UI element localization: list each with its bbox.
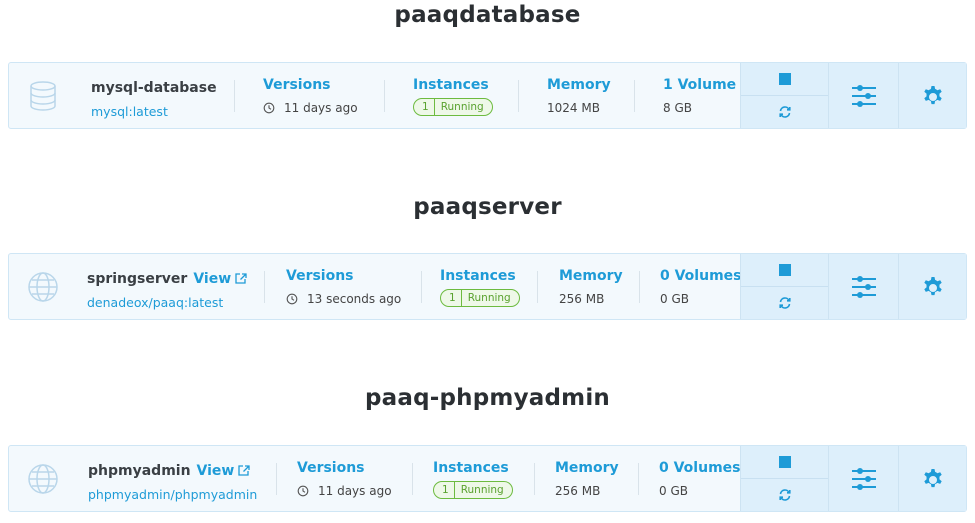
memory-link[interactable]: Memory (547, 77, 611, 93)
memory-value: 1024 MB (547, 101, 600, 115)
gear-icon (923, 276, 942, 295)
divider (639, 271, 640, 303)
divider (634, 80, 635, 112)
stop-icon (778, 456, 791, 468)
volumes-value: 0 GB (660, 292, 689, 306)
divider (518, 80, 519, 112)
globe-icon (28, 272, 58, 302)
external-link-icon (235, 273, 247, 284)
config-button[interactable] (828, 63, 898, 128)
instances-link[interactable]: Instances (433, 460, 513, 476)
instance-count: 1 (441, 290, 462, 306)
versions-time: 11 days ago (318, 484, 392, 498)
app-card-mysql-database: mysql-database mysql:latest Versions 11 … (8, 62, 967, 129)
view-link[interactable]: View (197, 463, 251, 479)
group-title: paaqdatabase (394, 2, 581, 28)
config-button[interactable] (828, 446, 898, 511)
instance-status: Running (467, 292, 511, 304)
volumes-value: 0 GB (659, 484, 688, 498)
divider (384, 80, 385, 112)
versions-time: 11 days ago (284, 101, 358, 115)
stop-button[interactable] (741, 446, 828, 479)
instance-status: Running (440, 101, 484, 113)
versions-time: 13 seconds ago (307, 292, 402, 306)
divider (638, 463, 639, 495)
divider (412, 463, 413, 495)
app-name: phpmyadmin (88, 463, 191, 479)
view-link[interactable]: View (193, 271, 247, 287)
app-name: mysql-database (91, 80, 217, 96)
stop-icon (778, 73, 791, 85)
volumes-link[interactable]: 0 Volumes (660, 268, 741, 284)
config-button[interactable] (828, 254, 898, 319)
history-icon (297, 485, 309, 497)
settings-button[interactable] (898, 63, 966, 128)
gear-icon (923, 85, 942, 104)
settings-button[interactable] (898, 446, 966, 511)
app-name: springserver (87, 271, 188, 287)
database-icon (30, 81, 56, 111)
sliders-icon (851, 275, 876, 298)
settings-button[interactable] (898, 254, 966, 319)
refresh-icon (778, 297, 791, 309)
divider (264, 271, 265, 303)
history-icon (263, 102, 275, 114)
sliders-icon (851, 467, 876, 490)
divider (234, 80, 235, 112)
history-icon (286, 293, 298, 305)
instance-count: 1 (434, 482, 455, 498)
stop-button[interactable] (741, 63, 828, 96)
restart-button[interactable] (741, 287, 828, 319)
instance-status: Running (460, 484, 504, 496)
status-badge: 1 Running (413, 98, 493, 116)
memory-link[interactable]: Memory (555, 460, 619, 476)
group-title: paaq-phpmyadmin (365, 385, 610, 411)
divider (421, 271, 422, 303)
group-title: paaqserver (413, 194, 562, 220)
gear-icon (923, 468, 942, 487)
divider (276, 463, 277, 495)
image-link[interactable]: denadeox/paaq:latest (87, 295, 247, 310)
image-link[interactable]: phpmyadmin/phpmyadmin (88, 487, 257, 502)
versions-link[interactable]: Versions (263, 77, 358, 93)
memory-value: 256 MB (555, 484, 601, 498)
stop-icon (778, 264, 791, 276)
memory-value: 256 MB (559, 292, 605, 306)
memory-link[interactable]: Memory (559, 268, 623, 284)
refresh-icon (778, 489, 791, 501)
restart-button[interactable] (741, 96, 828, 128)
external-link-icon (238, 465, 251, 476)
status-badge: 1 Running (433, 481, 513, 499)
instances-link[interactable]: Instances (440, 268, 520, 284)
restart-button[interactable] (741, 479, 828, 511)
app-card-phpmyadmin: phpmyadmin View phpmyadmin/phpmyadmin Ver… (8, 445, 967, 512)
app-card-springserver: springserver View denadeox/paaq:latest Ve… (8, 253, 967, 320)
volumes-value: 8 GB (663, 101, 692, 115)
divider (537, 271, 538, 303)
versions-link[interactable]: Versions (286, 268, 401, 284)
instance-count: 1 (414, 99, 435, 115)
volumes-link[interactable]: 0 Volumes (659, 460, 740, 476)
image-link[interactable]: mysql:latest (91, 104, 217, 119)
divider (534, 463, 535, 495)
stop-button[interactable] (741, 254, 828, 287)
status-badge: 1 Running (440, 289, 520, 307)
volumes-link[interactable]: 1 Volume (663, 77, 736, 93)
versions-link[interactable]: Versions (297, 460, 392, 476)
refresh-icon (778, 106, 791, 118)
instances-link[interactable]: Instances (413, 77, 493, 93)
sliders-icon (851, 84, 876, 107)
globe-icon (28, 464, 58, 494)
